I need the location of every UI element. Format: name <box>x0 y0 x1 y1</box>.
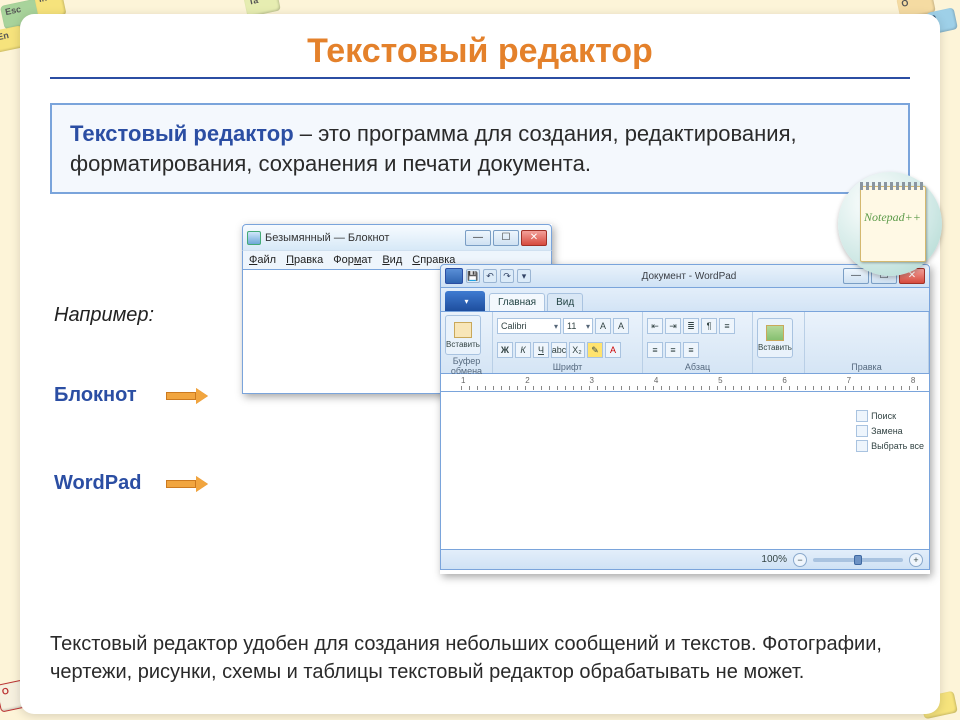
notepad-label: Блокнот <box>54 384 137 407</box>
picture-icon <box>766 325 784 341</box>
underline-button[interactable]: Ч <box>533 342 549 358</box>
body-area: Например: Блокнот WordPad Безымянный — Б… <box>50 224 910 604</box>
align-right-icon[interactable]: ≡ <box>665 342 681 358</box>
wordpad-title: Документ - WordPad <box>535 271 843 282</box>
font-color-icon[interactable]: A <box>605 342 621 358</box>
subscript-button[interactable]: X₂ <box>569 342 585 358</box>
inc-indent-icon[interactable]: ⇥ <box>665 318 681 334</box>
tab-home[interactable]: Главная <box>489 293 545 311</box>
highlight-icon[interactable]: ✎ <box>587 342 603 358</box>
bold-button[interactable]: Ж <box>497 342 513 358</box>
menu-file[interactable]: Файл <box>249 254 276 266</box>
page-title: Текстовый редактор <box>50 32 910 71</box>
replace-icon <box>856 425 868 437</box>
replace-button[interactable]: Замена <box>856 425 924 437</box>
footer-text: Текстовый редактор удобен для создания н… <box>50 630 910 686</box>
minimize-button[interactable]: — <box>465 230 491 246</box>
menu-view[interactable]: Вид <box>382 254 402 266</box>
wordpad-ruler[interactable]: 1 2 3 4 5 6 7 8 9 10 11 12 13 14 15 <box>440 374 930 392</box>
select-all-icon <box>856 440 868 452</box>
ruler-numbers: 1 2 3 4 5 6 7 8 9 10 11 12 13 14 15 <box>461 376 930 385</box>
wordpad-app-icon <box>445 268 463 284</box>
zoom-out-button[interactable]: − <box>793 553 807 567</box>
group-editing-label: Правка <box>809 362 924 372</box>
qat-undo-icon[interactable]: ↶ <box>483 269 497 283</box>
qat-redo-icon[interactable]: ↷ <box>500 269 514 283</box>
arrow-notepad <box>166 389 208 403</box>
maximize-button[interactable]: ☐ <box>493 230 519 246</box>
menu-edit[interactable]: Правка <box>286 254 323 266</box>
wordpad-ribbon: Вставить Буфер обмена Calibri 11 A A Ж К… <box>440 312 930 374</box>
close-button[interactable]: ✕ <box>521 230 547 246</box>
wordpad-tabstrip: Главная Вид <box>440 288 930 312</box>
wordpad-app-menu[interactable] <box>445 291 485 311</box>
arrow-wordpad <box>166 477 208 491</box>
dec-indent-icon[interactable]: ⇤ <box>647 318 663 334</box>
italic-button[interactable]: К <box>515 342 531 358</box>
shrink-font-icon[interactable]: A <box>613 318 629 334</box>
qat-save-icon[interactable]: 💾 <box>466 269 480 283</box>
qat-more-icon[interactable]: ▾ <box>517 269 531 283</box>
zoom-thumb[interactable] <box>854 555 862 565</box>
select-all-button[interactable]: Выбрать все <box>856 440 924 452</box>
menu-format[interactable]: Формат <box>333 254 372 266</box>
tab-view[interactable]: Вид <box>547 293 583 311</box>
notepad-app-icon <box>247 231 261 245</box>
notepadpp-label: Notepad++ <box>864 210 921 225</box>
insert-picture-button[interactable]: Вставить <box>757 318 793 358</box>
ruler-ticks <box>461 386 919 390</box>
font-name-combo[interactable]: Calibri <box>497 318 561 334</box>
find-button[interactable]: Поиск <box>856 410 924 422</box>
group-paragraph-label: Абзац <box>647 362 748 372</box>
paste-button[interactable]: Вставить <box>445 315 481 355</box>
definition-term: Текстовый редактор <box>70 121 294 146</box>
font-size-combo[interactable]: 11 <box>563 318 593 334</box>
title-rule <box>50 77 910 79</box>
quick-access-toolbar: 💾 ↶ ↷ ▾ <box>441 268 535 284</box>
notepad-title: Безымянный — Блокнот <box>265 232 389 244</box>
wordpad-label: WordPad <box>54 472 141 495</box>
group-clipboard-label: Буфер обмена <box>445 356 488 376</box>
zoom-slider[interactable] <box>813 558 903 562</box>
group-font-label: Шрифт <box>497 362 638 372</box>
zoom-value: 100% <box>761 554 787 565</box>
linespacing-icon[interactable]: ¶ <box>701 318 717 334</box>
notepad-spiral <box>860 182 926 190</box>
definition-box: Текстовый редактор – это программа для с… <box>50 103 910 194</box>
strike-button[interactable]: abc <box>551 342 567 358</box>
wordpad-statusbar: 100% − + <box>440 550 930 570</box>
align-left-icon[interactable]: ≡ <box>719 318 735 334</box>
slide-card: Текстовый редактор Текстовый редактор – … <box>20 14 940 714</box>
align-justify-icon[interactable]: ≡ <box>683 342 699 358</box>
align-center-icon[interactable]: ≡ <box>647 342 663 358</box>
example-label: Например: <box>54 304 154 327</box>
zoom-in-button[interactable]: + <box>909 553 923 567</box>
clipboard-icon <box>454 322 472 338</box>
group-insert-label <box>757 362 800 372</box>
notepad-titlebar: Безымянный — Блокнот — ☐ ✕ <box>242 224 552 250</box>
notepadpp-illustration: Notepad++ <box>830 164 950 284</box>
search-icon <box>856 410 868 422</box>
bullets-icon[interactable]: ≣ <box>683 318 699 334</box>
grow-font-icon[interactable]: A <box>595 318 611 334</box>
wordpad-window: 💾 ↶ ↷ ▾ Документ - WordPad — ☐ ✕ Главная… <box>440 264 930 574</box>
